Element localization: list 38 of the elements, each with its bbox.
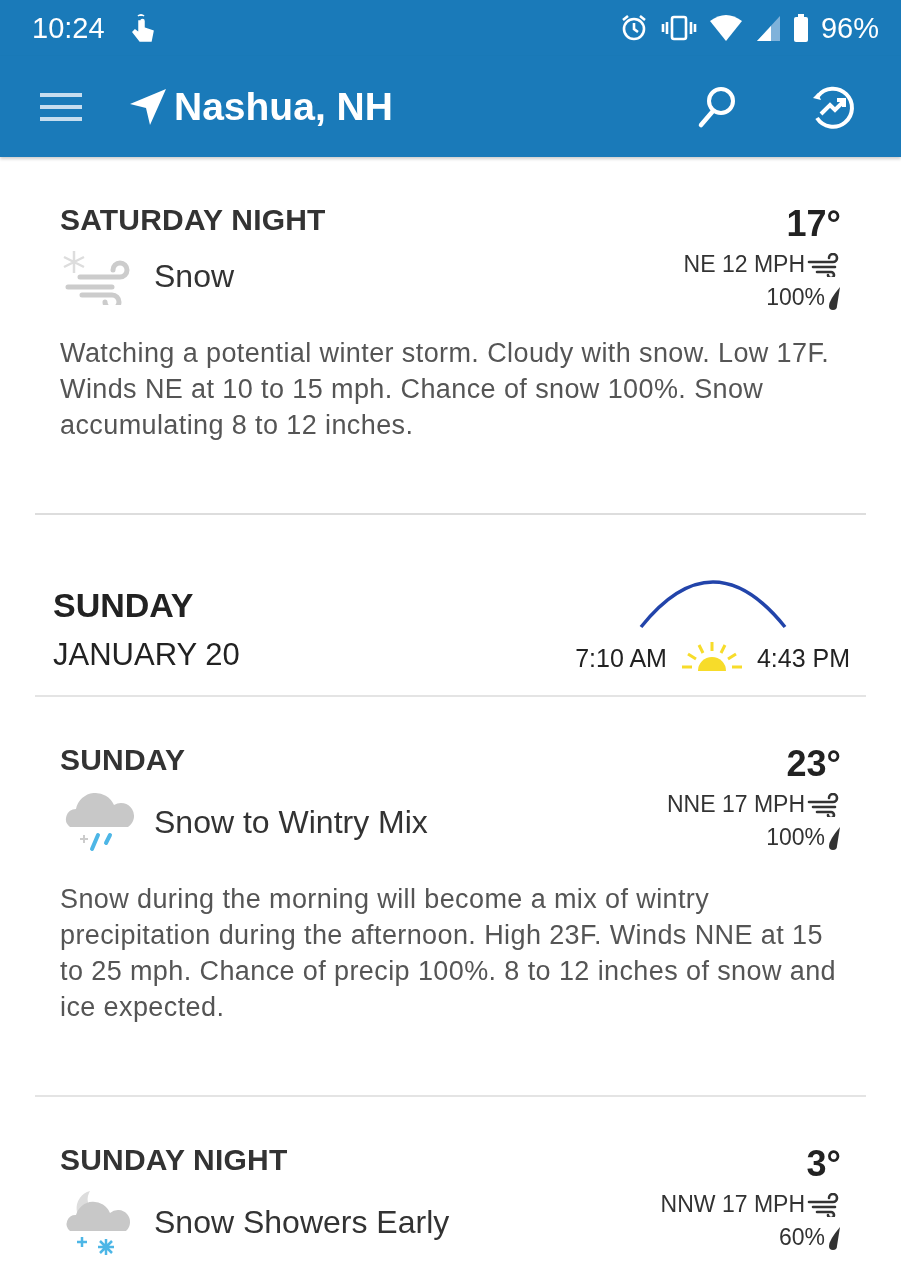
wind-icon bbox=[807, 1192, 841, 1217]
temperature: 17° bbox=[786, 203, 841, 245]
condition-text: Snow Showers Early bbox=[154, 1203, 450, 1241]
signal-icon bbox=[754, 14, 781, 42]
wind-speed: NNW 17 MPH bbox=[660, 1191, 805, 1218]
wind-icon bbox=[807, 792, 841, 817]
sunset-time: 4:43 PM bbox=[756, 644, 850, 673]
location-title[interactable]: Nashua, NH bbox=[174, 84, 393, 129]
battery-level: 96% bbox=[820, 11, 879, 45]
status-time: 10:24 bbox=[32, 11, 105, 45]
wind-speed: NNE 17 MPH bbox=[666, 791, 805, 818]
raindrop-icon bbox=[827, 1225, 841, 1250]
sunrise-time: 7:10 AM bbox=[575, 644, 667, 673]
period-name: SUNDAY NIGHT bbox=[60, 1143, 289, 1177]
precip-chance: 100% bbox=[766, 284, 825, 311]
wind-icon bbox=[807, 252, 841, 277]
precip-chance: 60% bbox=[778, 1224, 825, 1251]
condition-text: Snow to Wintry Mix bbox=[154, 803, 428, 841]
forecast-description: Watching a potential winter storm. Cloudy with snow. Low 17F. Winds NE at 10 to 15 mph. Chance of snow 100%. Snow accumulating 8 to 12 inches. bbox=[60, 337, 831, 442]
temperature: 23° bbox=[786, 743, 841, 785]
raindrop-icon bbox=[827, 825, 841, 850]
wind-speed: NE 12 MPH bbox=[683, 251, 805, 278]
day-date: JANUARY 20 bbox=[53, 637, 240, 673]
vibrate-icon bbox=[660, 13, 697, 43]
forecast-description: Snow during the morning will become a mix of wintry precipitation during the afternoon. High 23F. Winds NNE at 15 to 25 mph. Chance of precip 100%. 8 to 12 inches of snow and ice expected. bbox=[60, 883, 837, 1024]
raindrop-icon bbox=[827, 285, 841, 310]
location-arrow-icon[interactable] bbox=[128, 86, 168, 127]
wifi-icon bbox=[708, 14, 743, 42]
menu-icon[interactable] bbox=[40, 91, 82, 122]
precip-chance: 100% bbox=[766, 824, 825, 851]
temperature: 3° bbox=[806, 1143, 841, 1185]
search-icon[interactable] bbox=[697, 84, 737, 129]
condition-text: Snow bbox=[154, 257, 235, 295]
period-name: SATURDAY NIGHT bbox=[60, 203, 326, 237]
battery-icon bbox=[792, 13, 809, 43]
sun-icon bbox=[680, 641, 743, 673]
day-name: SUNDAY bbox=[53, 586, 195, 625]
period-name: SUNDAY bbox=[60, 743, 187, 777]
